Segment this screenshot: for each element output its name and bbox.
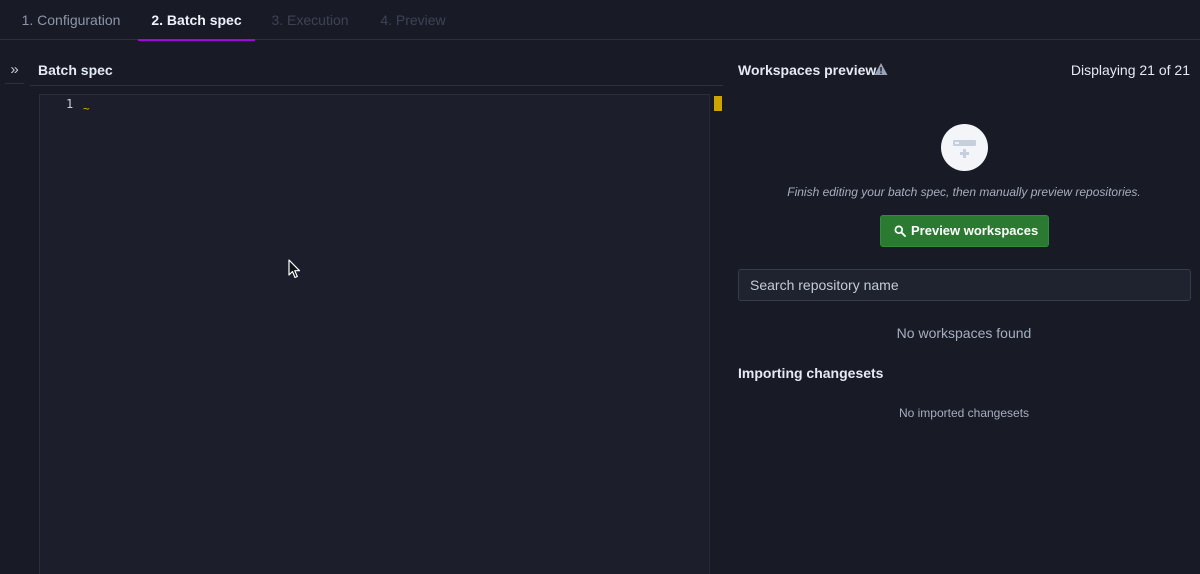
- empty-state-icon: [941, 124, 988, 171]
- no-imported-changesets-message: No imported changesets: [898, 406, 1030, 420]
- warning-triangle-icon[interactable]: [874, 62, 888, 76]
- expand-sidebar-button[interactable]: »: [5, 58, 24, 84]
- preview-workspaces-label: Preview workspaces: [911, 223, 1039, 238]
- tab-configuration[interactable]: 1. Configuration: [14, 0, 128, 40]
- workspace-count: Displaying 21 of 21: [1070, 62, 1190, 78]
- empty-state-message: Finish editing your batch spec, then man…: [787, 185, 1141, 199]
- active-tab-indicator: [138, 39, 255, 41]
- tab-execution: 3. Execution: [271, 12, 349, 28]
- wizard-tabs: 1. Configuration 2. Batch spec 3. Execut…: [0, 0, 1200, 41]
- preview-workspaces-button[interactable]: Preview workspaces: [880, 215, 1049, 247]
- workspaces-preview-title: Workspaces preview: [738, 62, 877, 78]
- importing-changesets-title: Importing changesets: [738, 365, 884, 381]
- add-workspace-icon: [953, 140, 976, 158]
- line-number: 1: [66, 97, 74, 111]
- batch-spec-editor[interactable]: 1 ~: [39, 94, 710, 574]
- batch-changes-editor-page: 1. Configuration 2. Batch spec 3. Execut…: [0, 0, 1200, 574]
- editor-scrollbar[interactable]: [709, 94, 723, 574]
- tab-preview: 4. Preview: [380, 12, 446, 28]
- error-squiggle: ~: [83, 102, 90, 115]
- search-icon: [894, 225, 906, 237]
- no-workspaces-message: No workspaces found: [896, 325, 1032, 341]
- search-repository-input[interactable]: [738, 269, 1191, 301]
- batch-spec-title: Batch spec: [38, 62, 113, 78]
- divider: [30, 85, 723, 86]
- tab-batch-spec-label: 2. Batch spec: [151, 12, 242, 28]
- mouse-pointer-icon: [288, 259, 301, 279]
- tab-batch-spec[interactable]: 2. Batch spec: [138, 0, 255, 41]
- warning-scroll-marker: [714, 96, 722, 111]
